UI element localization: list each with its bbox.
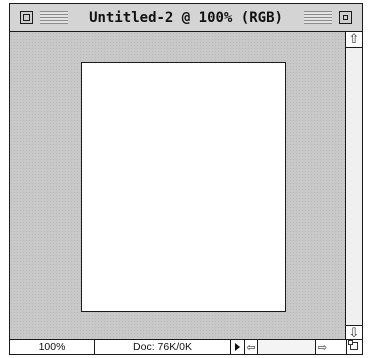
- canvas-area[interactable]: [10, 32, 345, 341]
- document-canvas[interactable]: [81, 62, 286, 312]
- arrow-left-icon[interactable]: ⇦: [244, 340, 258, 354]
- title-stripes-left: [40, 11, 68, 24]
- status-bar: 100% Doc: 76K/0K ⇦ ⇨: [10, 339, 362, 354]
- close-box-icon[interactable]: [20, 11, 33, 24]
- window-title: Untitled-2 @ 100% (RGB): [74, 8, 298, 28]
- zoom-box-icon[interactable]: [339, 11, 352, 24]
- horizontal-scroll-track[interactable]: [258, 340, 315, 354]
- document-window: Untitled-2 @ 100% (RGB) ⇧ ⇩ 100% Doc: 76…: [9, 3, 363, 355]
- size-box-icon[interactable]: [346, 340, 362, 354]
- triangle-right-icon[interactable]: [235, 343, 240, 351]
- vertical-scrollbar[interactable]: ⇧ ⇩: [345, 32, 362, 341]
- title-stripes-right: [304, 11, 332, 24]
- arrow-right-icon[interactable]: ⇨: [315, 340, 329, 354]
- arrow-up-icon[interactable]: ⇧: [346, 32, 362, 48]
- zoom-level-field[interactable]: 100%: [10, 340, 95, 354]
- title-bar[interactable]: Untitled-2 @ 100% (RGB): [10, 4, 362, 32]
- document-size-field: Doc: 76K/0K: [95, 340, 231, 354]
